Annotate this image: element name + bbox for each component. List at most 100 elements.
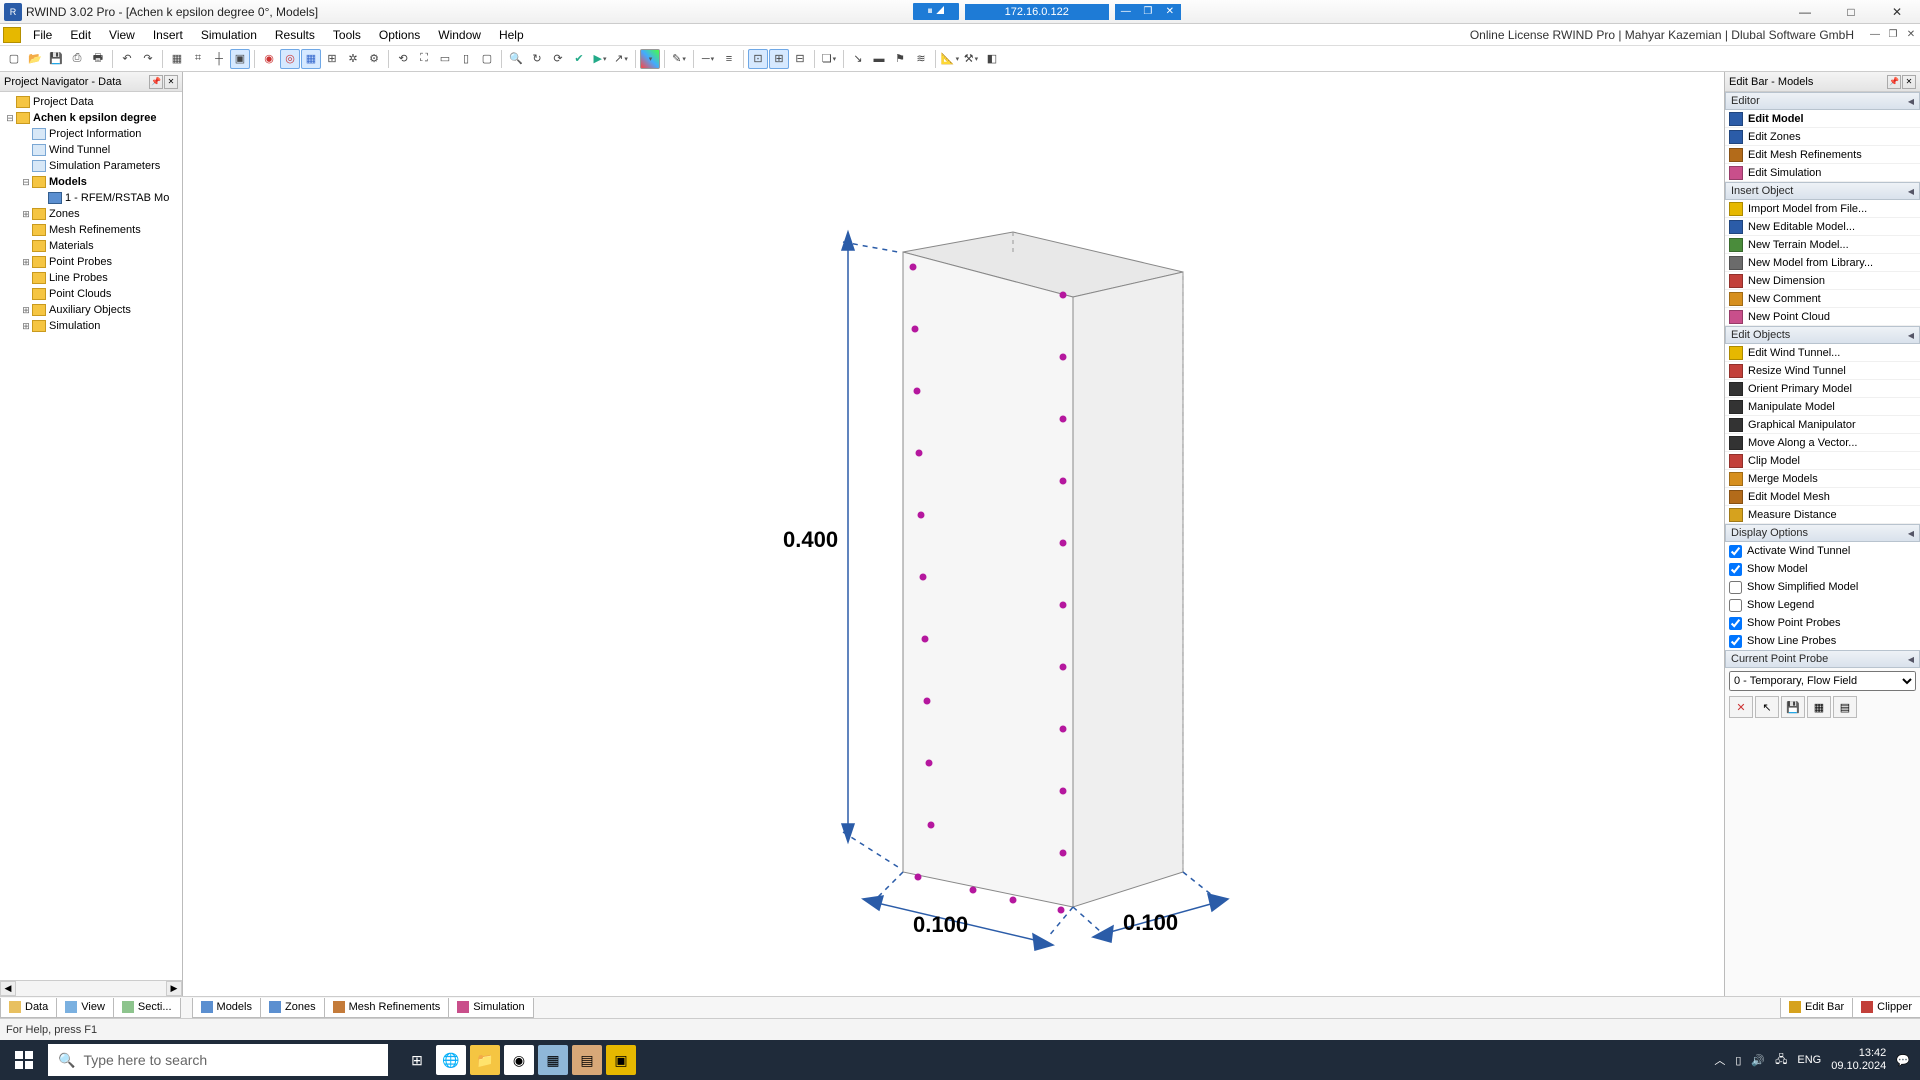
tool-axes-icon[interactable]: ┼ <box>209 49 229 69</box>
probe-select[interactable]: 0 - Temporary, Flow Field <box>1729 671 1916 691</box>
editbar-item[interactable]: Import Model from File... <box>1725 200 1920 218</box>
tool-wind-icon[interactable]: ≋ <box>911 49 931 69</box>
tool-fit-icon[interactable]: ⛶ <box>414 49 434 69</box>
editbar-close-icon[interactable]: ✕ <box>1902 75 1916 89</box>
menu-file[interactable]: File <box>24 26 61 44</box>
mdi-close-button[interactable]: ✕ <box>1902 27 1920 43</box>
tool-saveall-icon[interactable]: ⎙ <box>67 49 87 69</box>
app-generic2-icon[interactable]: ▤ <box>572 1045 602 1075</box>
tree-item[interactable]: 1 - RFEM/RSTAB Mo <box>0 190 182 206</box>
probe-save-button[interactable]: 💾 <box>1781 696 1805 718</box>
editbar-item[interactable]: New Editable Model... <box>1725 218 1920 236</box>
editbar-item[interactable]: Edit Mesh Refinements <box>1725 146 1920 164</box>
tree-item[interactable]: ⊞Simulation <box>0 318 182 334</box>
tree-item[interactable]: Project Data <box>0 94 182 110</box>
expander-icon[interactable]: ⊟ <box>4 113 16 124</box>
editbar-item[interactable]: Manipulate Model <box>1725 398 1920 416</box>
tool-run-icon[interactable]: ▶ <box>590 49 610 69</box>
tool-probe1-icon[interactable]: ⊡ <box>748 49 768 69</box>
menu-insert[interactable]: Insert <box>144 26 192 44</box>
tool-probe2-icon[interactable]: ⊞ <box>769 49 789 69</box>
tab-models[interactable]: Models <box>192 998 261 1018</box>
tool-flag-icon[interactable]: ⚑ <box>890 49 910 69</box>
tool-grid-icon[interactable]: ▦ <box>167 49 187 69</box>
menu-edit[interactable]: Edit <box>61 26 100 44</box>
tool-config-icon[interactable]: ⚒ <box>961 49 981 69</box>
tray-chevron-icon[interactable]: ︿ <box>1714 1052 1725 1068</box>
checkbox[interactable] <box>1729 563 1742 576</box>
section-display[interactable]: Display Options◀ <box>1725 524 1920 542</box>
remote-minimize-icon[interactable]: — <box>1115 4 1137 20</box>
tray-notifications-icon[interactable]: 💬 <box>1896 1054 1910 1067</box>
mdi-minimize-button[interactable]: — <box>1866 27 1884 43</box>
checkbox[interactable] <box>1729 545 1742 558</box>
tree-item[interactable]: ⊞Zones <box>0 206 182 222</box>
tray-battery-icon[interactable]: ▯ <box>1735 1054 1741 1067</box>
tool-check-icon[interactable]: ✔ <box>569 49 589 69</box>
tool-measure-icon[interactable]: 📐 <box>940 49 960 69</box>
tool-undo-icon[interactable]: ↶ <box>117 49 137 69</box>
tree-item[interactable]: ⊟Models <box>0 174 182 190</box>
remote-window-controls[interactable]: — ❐ ✕ <box>1115 4 1181 20</box>
tool-view2-icon[interactable]: ▯ <box>456 49 476 69</box>
editbar-item[interactable]: Merge Models <box>1725 470 1920 488</box>
scroll-track[interactable] <box>16 981 166 996</box>
editbar-item[interactable]: Edit Simulation <box>1725 164 1920 182</box>
tree-item[interactable]: ⊞Auxiliary Objects <box>0 302 182 318</box>
tool-save-icon[interactable]: 💾 <box>46 49 66 69</box>
editbar-item[interactable]: Clip Model <box>1725 452 1920 470</box>
section-editor[interactable]: Editor◀ <box>1725 92 1920 110</box>
expander-icon[interactable]: ⊟ <box>20 177 32 188</box>
tool-mesh-icon[interactable]: ⊞ <box>322 49 342 69</box>
tool-open-icon[interactable]: 📂 <box>25 49 45 69</box>
menu-view[interactable]: View <box>100 26 144 44</box>
tool-lines2-icon[interactable]: ≡ <box>719 49 739 69</box>
tree-item[interactable]: ⊟Achen k epsilon degree <box>0 110 182 126</box>
checkbox[interactable] <box>1729 617 1742 630</box>
tab-sections[interactable]: Secti... <box>113 998 181 1018</box>
tray-network-icon[interactable]: 🖧 <box>1775 1051 1787 1070</box>
tool-probe3-icon[interactable]: ⊟ <box>790 49 810 69</box>
editbar-item[interactable]: New Point Cloud <box>1725 308 1920 326</box>
menu-window[interactable]: Window <box>429 26 490 44</box>
tab-simulation[interactable]: Simulation <box>448 998 533 1018</box>
pin-icon[interactable]: 📌 <box>149 75 163 89</box>
tree-item[interactable]: Line Probes <box>0 270 182 286</box>
expander-icon[interactable]: ⊞ <box>20 321 32 332</box>
editbar-item[interactable]: New Dimension <box>1725 272 1920 290</box>
tab-meshref[interactable]: Mesh Refinements <box>324 998 450 1018</box>
tool-export-icon[interactable]: ↗ <box>611 49 631 69</box>
tool-reload-icon[interactable]: ⟳ <box>548 49 568 69</box>
remote-maximize-icon[interactable]: ❐ <box>1137 4 1159 20</box>
tool-last-icon[interactable]: ◧ <box>982 49 1002 69</box>
checkbox[interactable] <box>1729 599 1742 612</box>
display-check[interactable]: Show Simplified Model <box>1725 578 1920 596</box>
tree-item[interactable]: Point Clouds <box>0 286 182 302</box>
menu-options[interactable]: Options <box>370 26 429 44</box>
app-edge-icon[interactable]: 🌐 <box>436 1045 466 1075</box>
tool-plane-icon[interactable]: ▬ <box>869 49 889 69</box>
tab-view[interactable]: View <box>56 998 114 1018</box>
tool-gear-icon[interactable]: ⚙ <box>364 49 384 69</box>
tool-arrow-icon[interactable]: ↘ <box>848 49 868 69</box>
minimize-button[interactable]: — <box>1782 0 1828 24</box>
checkbox[interactable] <box>1729 635 1742 648</box>
display-check[interactable]: Show Legend <box>1725 596 1920 614</box>
tab-zones[interactable]: Zones <box>260 998 325 1018</box>
editbar-item[interactable]: Edit Zones <box>1725 128 1920 146</box>
tree-item[interactable]: Materials <box>0 238 182 254</box>
tool-snap-icon[interactable]: ⌗ <box>188 49 208 69</box>
editbar-item[interactable]: Orient Primary Model <box>1725 380 1920 398</box>
tool-view3-icon[interactable]: ▢ <box>477 49 497 69</box>
remote-close-icon[interactable]: ✕ <box>1159 4 1181 20</box>
probe-pick-button[interactable]: ↖ <box>1755 696 1779 718</box>
tool-pen-icon[interactable]: ✎ <box>669 49 689 69</box>
probe-table-button[interactable]: ▦ <box>1807 696 1831 718</box>
section-probe[interactable]: Current Point Probe◀ <box>1725 650 1920 668</box>
section-editobj[interactable]: Edit Objects◀ <box>1725 326 1920 344</box>
taskbar-search[interactable]: 🔍 Type here to search <box>48 1044 388 1076</box>
editbar-item[interactable]: Measure Distance <box>1725 506 1920 524</box>
tool-line-icon[interactable]: ─ <box>698 49 718 69</box>
tab-editbar[interactable]: Edit Bar <box>1780 998 1853 1018</box>
tree-item[interactable]: Mesh Refinements <box>0 222 182 238</box>
